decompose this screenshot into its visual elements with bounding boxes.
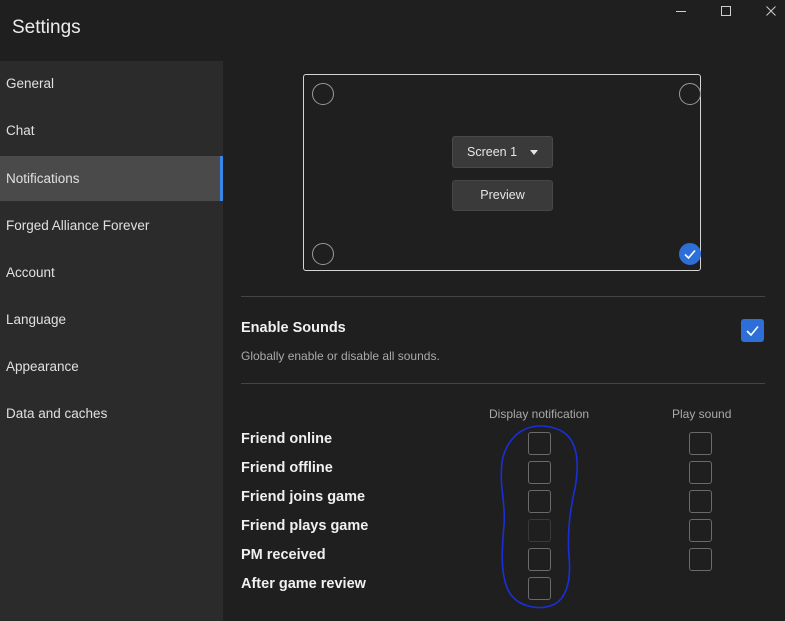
sidebar-item-label: Language <box>6 312 67 327</box>
play-sound-checkbox-friend-plays-game[interactable] <box>689 519 712 542</box>
display-notification-checkbox-pm-received[interactable] <box>528 548 551 571</box>
close-button[interactable] <box>748 0 785 22</box>
play-sound-checkbox-friend-online[interactable] <box>689 432 712 455</box>
corner-bottom-left-radio[interactable] <box>312 243 334 265</box>
column-header-display-notification: Display notification <box>489 407 590 421</box>
maximize-icon <box>721 6 731 16</box>
row-label-friend-plays-game: Friend plays game <box>241 518 369 534</box>
enable-sounds-title: Enable Sounds <box>241 320 346 336</box>
title-bar: Settings <box>0 0 785 61</box>
divider <box>241 296 765 297</box>
maximize-button[interactable] <box>703 0 749 22</box>
sidebar-item-label: Forged Alliance Forever <box>6 218 150 233</box>
play-sound-checkbox-pm-received[interactable] <box>689 548 712 571</box>
screen-select-value: Screen 1 <box>467 145 518 159</box>
window-title: Settings <box>12 17 81 38</box>
display-notification-checkbox-friend-online[interactable] <box>528 432 551 455</box>
close-icon <box>766 6 776 16</box>
column-header-play-sound: Play sound <box>672 407 732 421</box>
checkmark-icon <box>746 325 759 337</box>
minimize-icon <box>676 11 686 12</box>
preview-button[interactable]: Preview <box>452 180 553 211</box>
chevron-down-icon <box>530 150 538 155</box>
corner-bottom-right-radio[interactable] <box>679 243 701 265</box>
display-notification-checkbox-friend-offline[interactable] <box>528 461 551 484</box>
play-sound-checkbox-friend-offline[interactable] <box>689 461 712 484</box>
sidebar-item-chat[interactable]: Chat <box>0 108 223 153</box>
play-sound-checkbox-friend-joins-game[interactable] <box>689 490 712 513</box>
minimize-button[interactable] <box>658 0 704 22</box>
corner-top-right-radio[interactable] <box>679 83 701 105</box>
enable-sounds-checkbox[interactable] <box>741 319 764 342</box>
sidebar-item-forged-alliance-forever[interactable]: Forged Alliance Forever <box>0 203 223 248</box>
row-label-friend-joins-game: Friend joins game <box>241 489 366 505</box>
sidebar-item-general[interactable]: General <box>0 61 223 106</box>
sidebar-item-account[interactable]: Account <box>0 250 223 295</box>
screen-select[interactable]: Screen 1 <box>452 136 553 168</box>
checkmark-icon <box>684 249 696 260</box>
corner-top-left-radio[interactable] <box>312 83 334 105</box>
display-notification-checkbox-after-game-review[interactable] <box>528 577 551 600</box>
sidebar-item-label: General <box>6 76 55 91</box>
display-notification-checkbox-friend-joins-game[interactable] <box>528 490 551 513</box>
sidebar-item-data-and-caches[interactable]: Data and caches <box>0 391 223 436</box>
sidebar-item-notifications[interactable]: Notifications <box>0 156 223 201</box>
sidebar-item-appearance[interactable]: Appearance <box>0 344 223 389</box>
row-label-friend-online: Friend online <box>241 431 333 447</box>
divider <box>241 383 765 384</box>
sidebar-item-label: Account <box>6 265 55 280</box>
row-label-pm-received: PM received <box>241 547 326 563</box>
sidebar-item-language[interactable]: Language <box>0 297 223 342</box>
display-notification-checkbox-friend-plays-game[interactable] <box>528 519 551 542</box>
enable-sounds-description: Globally enable or disable all sounds. <box>241 349 440 363</box>
row-label-friend-offline: Friend offline <box>241 460 333 476</box>
notification-position-picker <box>303 74 701 271</box>
settings-sidebar: General Chat Notifications Forged Allian… <box>0 61 223 621</box>
sidebar-item-label: Appearance <box>6 359 79 374</box>
sidebar-item-label: Data and caches <box>6 406 108 421</box>
row-label-after-game-review: After game review <box>241 576 366 592</box>
sidebar-item-label: Notifications <box>6 171 80 186</box>
sidebar-item-label: Chat <box>6 123 35 138</box>
